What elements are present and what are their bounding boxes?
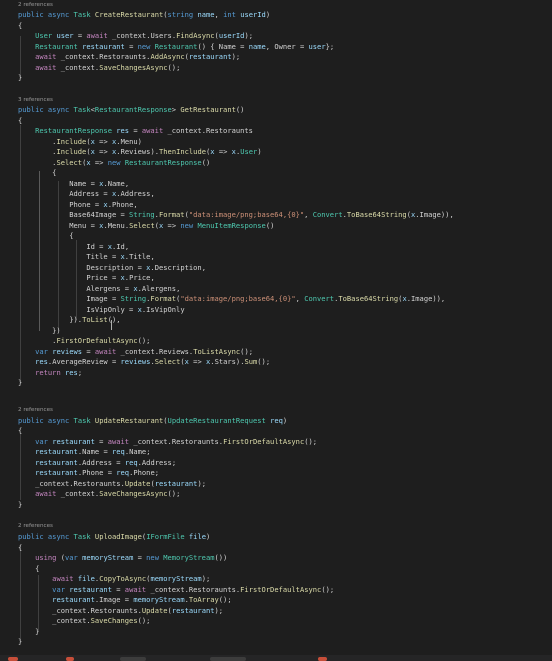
code-line-text: } bbox=[18, 500, 23, 509]
code-line-text: restaurant.Address = req.Address; bbox=[35, 458, 177, 467]
strip-mark-red bbox=[318, 657, 327, 661]
strip-mark-red bbox=[8, 657, 18, 661]
codelens-references[interactable]: 2 references bbox=[18, 406, 53, 415]
code-line-text: public async Task CreateRestaurant(strin… bbox=[18, 10, 271, 19]
code-line-text: var restaurant = await _context.Restorau… bbox=[35, 437, 318, 446]
bottom-status-strip bbox=[0, 655, 552, 661]
code-line-text: restaurant.Phone = req.Phone; bbox=[35, 468, 159, 477]
strip-mark-gray bbox=[210, 657, 246, 661]
code-line-text: .Include(x => x.Menu) bbox=[18, 137, 142, 146]
code-line-text: } bbox=[18, 627, 40, 636]
code-line-text: { bbox=[18, 21, 23, 30]
code-line-text: await _context.SaveChangesAsync(); bbox=[35, 63, 181, 72]
code-line-text: using (var memoryStream = new MemoryStre… bbox=[35, 553, 228, 562]
code-line-text: } bbox=[18, 73, 23, 82]
code-line-text: var reviews = await _context.Reviews.ToL… bbox=[35, 347, 253, 356]
codelens-references[interactable]: 2 references bbox=[18, 1, 53, 10]
code-line-text: { bbox=[18, 231, 74, 240]
codelens-references[interactable]: 3 references bbox=[18, 96, 53, 105]
code-line-text: await file.CopyToAsync(memoryStream); bbox=[52, 574, 211, 583]
code-line-text: .Include(x => x.Reviews).ThenInclude(x =… bbox=[18, 147, 262, 156]
code-line-text: { bbox=[18, 116, 23, 125]
strip-mark-red bbox=[66, 657, 74, 661]
code-line-text: RestaurantResponse res = await _context.… bbox=[35, 126, 253, 135]
code-line-text: return res; bbox=[35, 368, 83, 377]
code-line-text: IsVipOnly = x.IsVipOnly bbox=[86, 305, 185, 314]
code-line-text: Alergens = x.Alergens, bbox=[86, 284, 181, 293]
code-line-text: public async Task UpdateRestaurant(Updat… bbox=[18, 416, 288, 425]
code-line-text: restaurant.Name = req.Name; bbox=[35, 447, 151, 456]
code-line-text: { bbox=[18, 168, 57, 177]
code-line-text: Address = x.Address, bbox=[69, 189, 155, 198]
code-line-text: public async Task UploadImage(IFormFile … bbox=[18, 532, 211, 541]
code-line-text: .Select(x => new RestaurantResponse() bbox=[18, 158, 211, 167]
code-line-text: { bbox=[18, 426, 23, 435]
code-editor[interactable]: 2 references 3 references 2 references 2… bbox=[0, 0, 552, 661]
code-line-text: Price = x.Price, bbox=[86, 273, 155, 282]
code-line-text: _context.Restoraunts.Update(restaurant); bbox=[35, 479, 206, 488]
code-line-text: _context.Restoraunts.Update(restaurant); bbox=[52, 606, 224, 615]
codelens-references[interactable]: 2 references bbox=[18, 522, 53, 531]
code-line-text: restaurant.Image = memoryStream.ToArray(… bbox=[52, 595, 232, 604]
code-line-text: Name = x.Name, bbox=[69, 179, 130, 188]
code-line-text: Restaurant restaurant = new Restaurant()… bbox=[35, 42, 335, 51]
code-line-text: { bbox=[18, 543, 23, 552]
code-line-text: User user = await _context.Users.FindAsy… bbox=[35, 31, 253, 40]
code-line-text: .FirstOrDefaultAsync(); bbox=[18, 336, 151, 345]
code-line-text: public async Task<RestaurantResponse> Ge… bbox=[18, 105, 245, 114]
code-line-text: Description = x.Description, bbox=[86, 263, 206, 272]
code-line-text: res.AverageReview = reviews.Select(x => … bbox=[35, 357, 271, 366]
code-line-text: Menu = x.Menu.Select(x => new MenuItemRe… bbox=[69, 221, 275, 230]
code-line-text: } bbox=[18, 637, 23, 646]
code-line-text: var restaurant = await _context.Restorau… bbox=[52, 585, 335, 594]
code-line-text: }) bbox=[18, 326, 61, 335]
strip-mark-gray bbox=[120, 657, 146, 661]
code-line-text: Id = x.Id, bbox=[86, 242, 130, 251]
text-cursor bbox=[111, 320, 112, 330]
code-line-text: _context.SaveChanges(); bbox=[52, 616, 151, 625]
code-line-text: Title = x.Title, bbox=[86, 252, 155, 261]
code-line-text: Base64Image = String.Format("data:image/… bbox=[69, 210, 454, 219]
code-line-text: Phone = x.Phone, bbox=[69, 200, 138, 209]
code-line-text: Image = String.Format("data:image/png;ba… bbox=[86, 294, 446, 303]
code-line-text: }).ToList(), bbox=[18, 315, 121, 324]
code-line-text: await _context.SaveChangesAsync(); bbox=[35, 489, 181, 498]
code-line-text: await _context.Restoraunts.AddAsync(rest… bbox=[35, 52, 241, 61]
code-line-text: } bbox=[18, 378, 23, 387]
code-line-text: { bbox=[18, 564, 40, 573]
